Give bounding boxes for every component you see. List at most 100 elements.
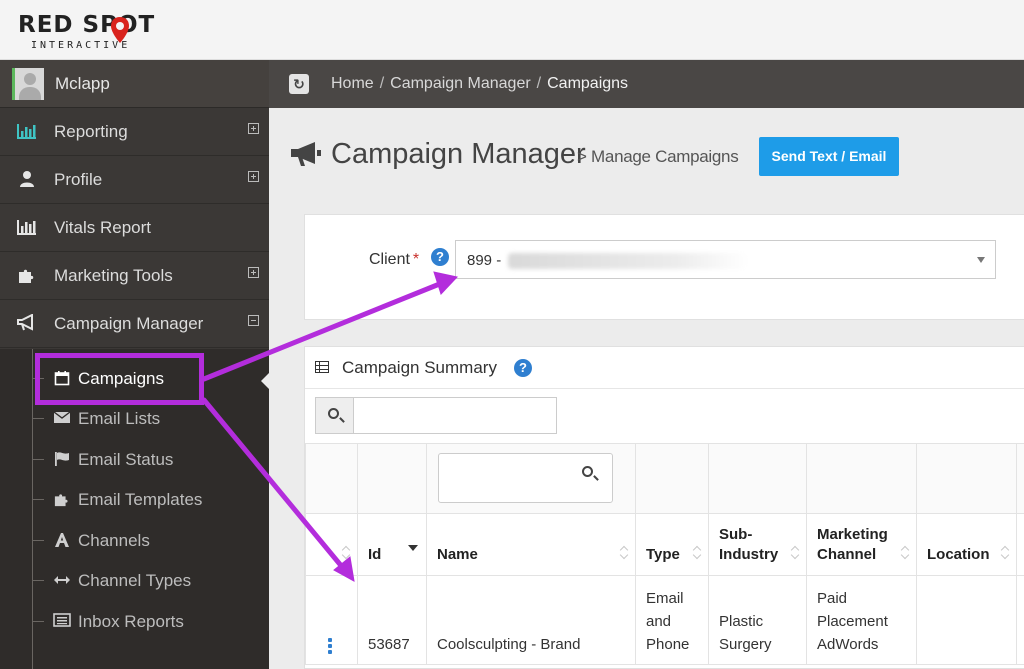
search-input[interactable] — [355, 398, 556, 433]
client-panel: Client * ? 899 - — [304, 214, 1024, 320]
red-spot-logo[interactable]: RED SPOT INTERACTIVE — [18, 12, 158, 56]
megaphone-icon — [291, 142, 321, 166]
expand-plus-icon[interactable] — [248, 123, 259, 134]
sidebar-item-label: Email Status — [78, 450, 174, 469]
kebab-menu-icon[interactable] — [328, 638, 332, 654]
page-title: Campaign Manager — [331, 138, 586, 170]
sidebar-item-inbox-reports[interactable]: Inbox Reports — [0, 602, 269, 642]
sidebar-item-label: Inbox Reports — [78, 612, 184, 631]
column-header-location[interactable]: Location — [916, 513, 1017, 576]
actions-column-header[interactable] — [305, 513, 358, 576]
redacted-client-name — [508, 253, 748, 269]
sidebar-item-label: Vitals Report — [54, 218, 152, 237]
sort-icon — [1000, 545, 1008, 557]
cell-location — [916, 575, 1017, 665]
breadcrumb-current: Campaigns — [547, 75, 629, 92]
sidebar-item-email-lists[interactable]: Email Lists — [0, 399, 269, 439]
sidebar-item-channels[interactable]: Channels — [0, 521, 269, 561]
column-header-id[interactable]: Id — [357, 513, 427, 576]
avatar — [12, 68, 44, 100]
sidebar-item-label: Marketing Tools — [54, 266, 173, 285]
list-icon — [52, 613, 72, 631]
sidebar-item-label: Channels — [78, 531, 150, 550]
chevron-down-icon — [977, 257, 985, 263]
sidebar-item-email-templates[interactable]: Email Templates — [0, 480, 269, 520]
sort-icon — [619, 545, 627, 557]
column-header-name[interactable]: Name — [426, 513, 636, 576]
sidebar-item-profile[interactable]: Profile — [0, 156, 269, 204]
logo-text: RED SPOT — [18, 12, 156, 38]
sidebar-item-label: Channel Types — [78, 571, 192, 590]
table-row[interactable]: 53687 Coolsculpting - Brand Email and Ph… — [305, 575, 1024, 665]
bar-chart-icon — [14, 218, 40, 238]
summary-title: Campaign Summary — [342, 358, 497, 377]
puzzle-icon — [14, 266, 40, 286]
expand-plus-icon[interactable] — [248, 267, 259, 278]
sidebar-item-reporting[interactable]: Reporting — [0, 108, 269, 156]
megaphone-icon — [14, 313, 40, 334]
help-icon[interactable]: ? — [431, 248, 449, 266]
send-text-email-button[interactable]: Send Text / Email — [759, 137, 899, 176]
help-icon[interactable]: ? — [514, 359, 532, 377]
sidebar-item-vitals-report[interactable]: Vitals Report — [0, 204, 269, 252]
breadcrumb-bar: ↻ Home / Campaign Manager / Campaigns — [269, 60, 1024, 108]
annotation-highlight-box — [35, 353, 204, 405]
summary-header: Campaign Summary ? — [305, 347, 1024, 389]
map-pin-icon — [111, 17, 129, 43]
user-name: Mclapp — [55, 74, 110, 93]
campaign-table: Id Name Type Sub-Industry Marketing Chan… — [305, 443, 1024, 665]
envelope-icon — [52, 410, 72, 428]
sort-desc-icon — [408, 545, 418, 551]
sort-icon — [790, 545, 798, 557]
bar-chart-icon — [14, 122, 40, 142]
campaign-summary-panel: Campaign Summary ? Id Name Type Sub-Indu… — [304, 346, 1024, 669]
client-select-value: 899 - — [467, 252, 502, 269]
sidebar-item-marketing-tools[interactable]: Marketing Tools — [0, 252, 269, 300]
sort-icon — [692, 545, 700, 557]
font-icon — [52, 532, 72, 550]
table-icon — [315, 361, 329, 373]
table-header-row: Id Name Type Sub-Industry Marketing Chan… — [305, 513, 1024, 576]
sidebar-item-label: Reporting — [54, 122, 128, 141]
column-header-sub-industry[interactable]: Sub-Industry — [708, 513, 807, 576]
cell-id: 53687 — [357, 575, 427, 665]
puzzle-icon — [52, 491, 72, 509]
filter-row — [305, 443, 1024, 514]
sidebar-item-label: Email Templates — [78, 490, 203, 509]
global-search — [315, 397, 557, 434]
refresh-icon[interactable]: ↻ — [289, 74, 309, 94]
cell-marketing-channel: Paid Placement AdWords — [806, 575, 917, 665]
sidebar-item-label: Email Lists — [78, 409, 161, 428]
sort-icon — [341, 545, 349, 557]
cell-name: Coolsculpting - Brand — [426, 575, 636, 665]
breadcrumb-home[interactable]: Home — [331, 75, 374, 92]
breadcrumb: Home / Campaign Manager / Campaigns — [331, 75, 629, 92]
user-icon — [14, 170, 40, 190]
row-actions-cell[interactable] — [305, 575, 358, 665]
search-icon — [328, 408, 339, 419]
sidebar-item-label: Campaign Manager — [54, 314, 204, 333]
sidebar-item-channel-types[interactable]: Channel Types — [0, 561, 269, 601]
cell-sub-industry: Plastic Surgery — [708, 575, 807, 665]
search-icon — [582, 466, 593, 477]
required-mark: * — [412, 251, 420, 268]
client-select[interactable]: 899 - — [455, 240, 996, 279]
search-addon — [316, 398, 354, 433]
sidebar-item-email-status[interactable]: Email Status — [0, 440, 269, 480]
name-filter-input[interactable] — [438, 453, 613, 503]
header-bar: RED SPOT INTERACTIVE — [0, 0, 1024, 60]
user-profile-row[interactable]: Mclapp — [0, 60, 269, 108]
collapse-minus-icon[interactable] — [248, 315, 259, 326]
arrows-h-icon — [52, 572, 72, 590]
flag-icon — [52, 451, 72, 469]
sidebar-item-campaign-manager[interactable]: Campaign Manager — [0, 300, 269, 348]
column-header-marketing-channel[interactable]: Marketing Channel — [806, 513, 917, 576]
sidebar-item-label: Profile — [54, 170, 103, 189]
column-header-type[interactable]: Type — [635, 513, 709, 576]
client-label: Client * — [369, 251, 420, 268]
expand-plus-icon[interactable] — [248, 171, 259, 182]
page-subtitle: > Manage Campaigns — [577, 147, 739, 166]
cell-type: Email and Phone — [635, 575, 709, 665]
sort-icon — [900, 545, 908, 557]
breadcrumb-campaign-manager[interactable]: Campaign Manager — [390, 75, 531, 92]
